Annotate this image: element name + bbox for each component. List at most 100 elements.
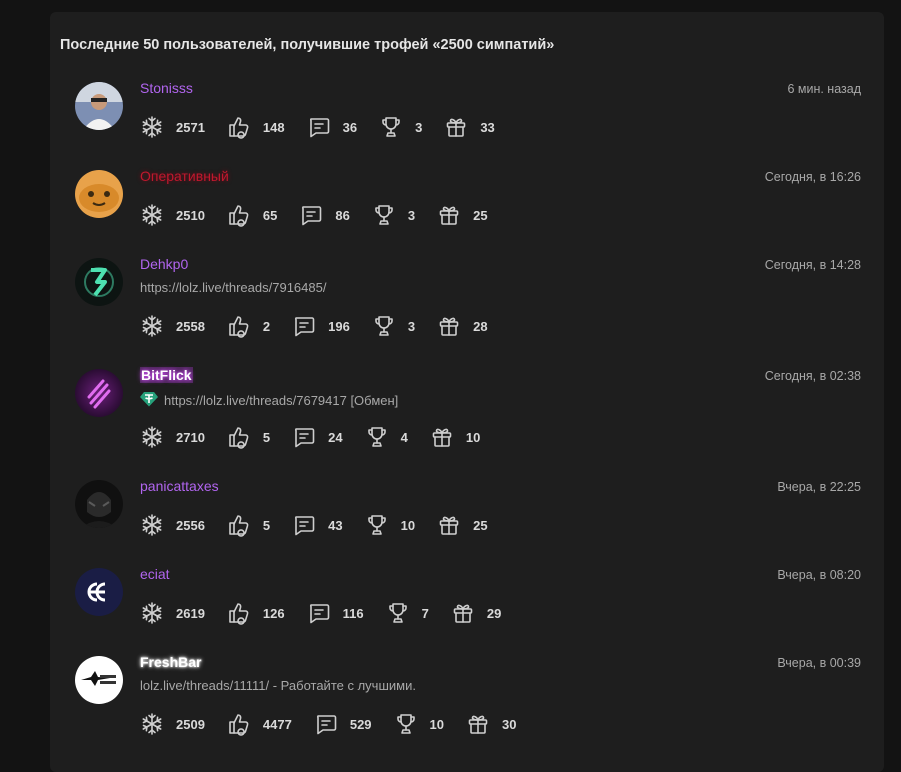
stat-item: 25 [437,513,509,537]
stat-value: 33 [480,119,495,135]
stat-value: 3 [407,318,416,334]
user-stats: 2558 2 196 3 28 [140,314,510,338]
award-time[interactable]: Сегодня, в 14:28 [765,258,861,272]
stat-item: 43 [292,513,364,537]
username-link[interactable]: BitFlick [140,367,193,383]
stat-value: 10 [400,517,416,533]
stat-item: 3 [372,314,437,338]
stat-value: 25 [473,207,488,223]
snowflake-icon [140,513,164,537]
avatar[interactable] [75,170,123,218]
trophy-icon [379,115,403,139]
stat-value: 2509 [176,716,205,732]
stat-item: 36 [307,115,379,139]
stat-item: 148 [227,115,307,139]
user-stats: 2710 5 24 4 10 [140,425,502,449]
stat-item: 86 [299,203,371,227]
message-icon [307,115,331,139]
username-link[interactable]: Dehkp0 [140,256,188,272]
stat-item: 2 [227,314,292,338]
message-icon [299,203,323,227]
username-link[interactable]: Оперативный [140,168,229,184]
message-icon [307,601,331,625]
stat-value: 126 [262,605,285,621]
snowflake-icon [140,115,164,139]
stat-item: 2571 [140,115,227,139]
avatar[interactable] [75,82,123,130]
award-time[interactable]: Вчера, в 00:39 [777,656,861,670]
user-stats: 2571 148 36 3 33 [140,115,517,139]
avatar[interactable] [75,480,123,528]
stat-item: 2558 [140,314,227,338]
avatar[interactable] [75,656,123,704]
stat-item: 10 [430,425,502,449]
award-time[interactable]: Сегодня, в 16:26 [765,170,861,184]
user-stats: 2556 5 43 10 25 [140,513,510,537]
stat-item: 29 [451,601,523,625]
like-icon [227,513,251,537]
stat-item: 33 [444,115,516,139]
username-link[interactable]: Stonisss [140,80,193,96]
stat-item: 10 [365,513,437,537]
stat-value: 10 [429,716,445,732]
avatar[interactable] [75,258,123,306]
stat-item: 529 [314,712,394,736]
stat-value: 24 [328,429,343,445]
stat-value: 2710 [176,429,205,445]
user-status: lolz.live/threads/11111/ - Работайте с л… [140,678,416,693]
gift-icon [444,115,468,139]
gift-icon [466,712,490,736]
stat-value: 3 [407,207,416,223]
stat-value: 2510 [176,207,205,223]
award-time[interactable]: Вчера, в 08:20 [777,568,861,582]
stat-value: 116 [342,605,364,621]
username-link[interactable]: panicattaxes [140,478,219,494]
avatar[interactable] [75,568,123,616]
trophy-icon [365,513,389,537]
message-icon [292,513,316,537]
award-time[interactable]: Вчера, в 22:25 [777,480,861,494]
stat-value: 43 [328,517,343,533]
award-time[interactable]: 6 мин. назад [787,82,861,96]
stat-item: 2619 [140,601,227,625]
stat-item: 196 [292,314,372,338]
stat-value: 4 [400,429,408,445]
stat-item: 65 [227,203,299,227]
gift-icon [437,513,461,537]
stat-item: 116 [307,601,386,625]
gift-icon [451,601,475,625]
stat-value: 2 [262,318,271,334]
stat-value: 196 [328,318,350,334]
stat-item: 25 [437,203,509,227]
stat-item: 2510 [140,203,227,227]
stat-item: 5 [227,425,292,449]
stat-item: 3 [372,203,437,227]
snowflake-icon [140,203,164,227]
snowflake-icon [140,601,164,625]
user-status-text: https://lolz.live/threads/7679417 [Обмен… [164,393,399,408]
snowflake-icon [140,712,164,736]
avatar[interactable] [75,369,123,417]
panel-title: Последние 50 пользователей, получившие т… [60,37,555,53]
gift-icon [437,314,461,338]
stat-value: 2556 [176,517,205,533]
like-icon [227,314,251,338]
trophy-icon [372,314,396,338]
stat-item: 5 [227,513,292,537]
user-status-text: https://lolz.live/threads/7916485/ [140,280,327,295]
stat-value: 36 [342,119,358,135]
username-link[interactable]: eciat [140,566,170,582]
stat-item: 24 [292,425,364,449]
username-link[interactable]: FreshBar [140,654,201,670]
user-status: https://lolz.live/threads/7916485/ [140,280,326,295]
user-stats: 2509 4477 529 10 30 [140,712,538,736]
user-status: https://lolz.live/threads/7679417 [Обмен… [140,391,398,410]
stat-item: 3 [379,115,444,139]
stat-value: 5 [262,429,271,445]
gift-icon [437,203,461,227]
like-icon [227,601,251,625]
stat-value: 65 [262,207,278,223]
trophy-icon [394,712,418,736]
stat-value: 529 [349,716,372,732]
award-time[interactable]: Сегодня, в 02:38 [765,369,861,383]
